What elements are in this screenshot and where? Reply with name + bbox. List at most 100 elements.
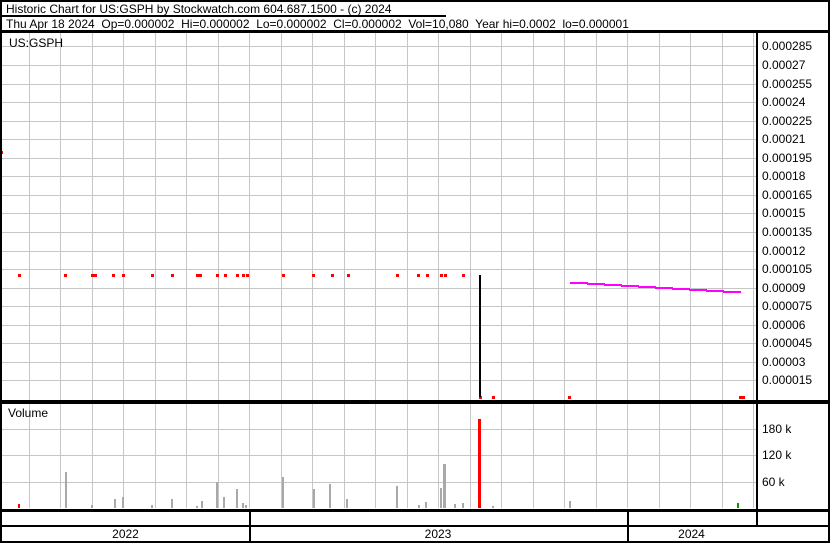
trade-dot xyxy=(64,274,67,278)
month-gridline xyxy=(627,404,628,508)
volume-bar xyxy=(171,499,173,508)
trade-dot xyxy=(462,274,465,278)
trade-dot-low xyxy=(739,395,745,399)
price-tick-label: 0.000195 xyxy=(762,150,813,165)
price-gridline xyxy=(2,380,756,382)
price-tick-label: 0.000225 xyxy=(762,113,813,128)
price-tick-label: 0.00018 xyxy=(762,169,806,184)
volume-panel-label: Volume xyxy=(8,406,49,420)
month-gridline xyxy=(249,404,250,508)
trend-line-segment xyxy=(570,282,588,285)
month-gridline xyxy=(658,404,660,508)
trend-line-segment xyxy=(638,286,656,289)
trend-line-segment xyxy=(706,290,724,293)
month-gridline xyxy=(123,404,124,508)
price-gridline xyxy=(2,361,756,363)
volume-bar xyxy=(282,477,284,508)
price-gridline xyxy=(2,46,756,48)
month-gridline xyxy=(690,33,691,400)
price-tick-label: 0.000165 xyxy=(762,187,813,202)
volume-bar xyxy=(478,419,481,508)
month-gridline xyxy=(343,404,345,508)
trend-line-segment xyxy=(587,283,605,286)
volume-bar xyxy=(65,472,67,508)
trade-dot xyxy=(331,274,334,278)
price-gridline xyxy=(2,232,756,233)
month-gridline xyxy=(438,404,439,508)
volume-bar xyxy=(443,463,446,508)
volume-bar xyxy=(122,496,124,508)
month-gridline xyxy=(721,404,723,508)
month-gridline xyxy=(658,33,660,400)
trade-dot xyxy=(236,274,239,278)
volume-bar xyxy=(114,499,116,508)
month-gridline xyxy=(312,33,313,400)
price-tick-label: 0.00024 xyxy=(762,95,806,110)
price-gridline xyxy=(2,176,756,178)
price-gridline xyxy=(2,120,756,122)
month-gridline xyxy=(375,404,376,508)
volume-bar xyxy=(18,504,20,508)
drop-line xyxy=(479,275,481,397)
month-gridline xyxy=(627,33,628,400)
month-gridline xyxy=(91,404,93,508)
volume-bar xyxy=(454,504,456,508)
volume-gridline xyxy=(2,481,756,483)
price-tick-label: 0.000285 xyxy=(762,39,813,54)
volume-bar xyxy=(462,503,464,508)
volume-tick-label: 60 k xyxy=(762,474,785,489)
volume-bar xyxy=(196,505,198,508)
price-tick-label: 0.00006 xyxy=(762,317,806,332)
trade-dot xyxy=(282,274,285,278)
volume-gridline xyxy=(2,455,756,456)
trade-dot xyxy=(171,274,174,278)
month-gridline xyxy=(564,404,565,508)
month-gridline xyxy=(60,404,61,508)
trend-line-segment xyxy=(689,289,707,292)
price-gridline xyxy=(2,83,756,85)
price-gridline xyxy=(2,250,756,252)
price-tick-label: 0.000075 xyxy=(762,299,813,314)
volume-bar xyxy=(492,505,494,508)
volume-tick-label: 120 k xyxy=(762,448,792,462)
volume-bar xyxy=(737,503,739,508)
trade-dot xyxy=(396,274,399,278)
trade-dot xyxy=(94,274,97,278)
volume-bar xyxy=(313,489,315,508)
month-gridline xyxy=(721,33,723,400)
month-gridline xyxy=(123,33,124,400)
price-gridline xyxy=(2,102,756,104)
month-gridline xyxy=(595,33,597,400)
price-gridline xyxy=(2,324,756,326)
month-gridline xyxy=(501,404,502,508)
price-gridline xyxy=(2,306,756,308)
price-gridline xyxy=(2,139,756,141)
trade-dot xyxy=(112,274,115,278)
trade-dot xyxy=(426,274,429,278)
price-tick-label: 0.000015 xyxy=(762,373,813,388)
month-gridline xyxy=(249,33,250,400)
month-gridline xyxy=(154,33,156,400)
month-gridline xyxy=(690,404,691,508)
price-gridline xyxy=(2,269,756,271)
price-tick-label: 0.000045 xyxy=(762,336,813,351)
month-gridline xyxy=(375,33,376,400)
price-tick-label: 0.00015 xyxy=(762,206,806,221)
trade-dot-yearhigh xyxy=(0,150,3,154)
volume-bar xyxy=(329,484,331,508)
month-gridline xyxy=(343,33,345,400)
trend-line-segment xyxy=(621,285,639,288)
chart-title: Historic Chart for US:GSPH by Stockwatch… xyxy=(6,2,392,16)
price-tick-label: 0.00021 xyxy=(762,132,806,147)
trend-line-segment xyxy=(723,291,741,293)
month-gridline xyxy=(438,33,439,400)
volume-bar xyxy=(396,485,398,508)
year-label: 2022 xyxy=(112,527,139,541)
trade-dot xyxy=(312,274,315,278)
price-tick-label: 0.000255 xyxy=(762,76,813,91)
month-gridline xyxy=(595,404,597,508)
volume-bar xyxy=(425,501,427,508)
volume-bar xyxy=(242,503,244,508)
year-label: 2023 xyxy=(424,527,452,541)
trade-dot xyxy=(216,274,219,278)
